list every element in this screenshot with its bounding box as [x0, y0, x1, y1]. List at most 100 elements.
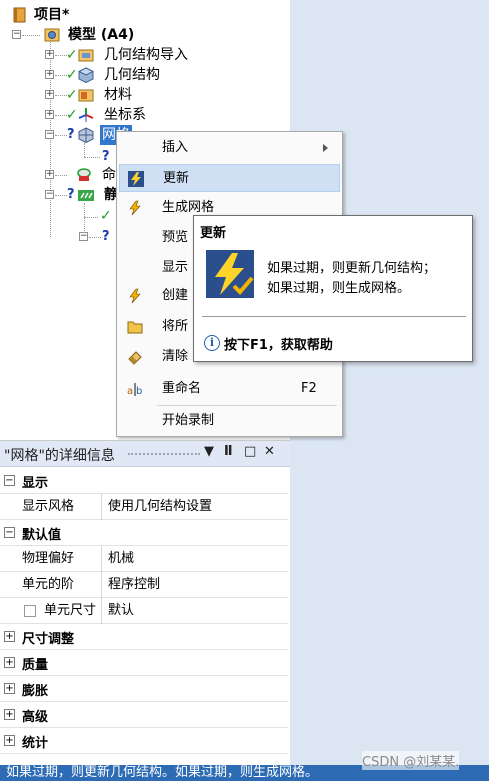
tree-model-row[interactable]: 模型 (A4)	[42, 25, 242, 45]
drag-grip[interactable]	[128, 453, 200, 455]
menu-item-label: 清除	[162, 349, 189, 364]
prop-name: 单元的阶	[18, 572, 102, 598]
svg-text:a: a	[127, 386, 133, 397]
solution-collapse-toggle[interactable]: −	[79, 232, 88, 241]
coordinate-systems-expand-toggle[interactable]: +	[45, 110, 54, 119]
expand-icon[interactable]: +	[4, 709, 15, 720]
update-lightning-large-icon	[206, 250, 254, 298]
category-display[interactable]: − 显示	[0, 468, 288, 494]
mesh-icon	[78, 127, 94, 143]
expand-icon[interactable]: +	[4, 657, 15, 668]
menu-item-label: 预览	[162, 230, 189, 245]
menu-item-label: 重命名	[162, 381, 202, 396]
category-sizing[interactable]: + 尺寸调整	[0, 624, 288, 650]
menu-item-label: 更新	[163, 171, 190, 186]
category-advanced[interactable]: + 高级	[0, 702, 288, 728]
category-label: 膨胀	[22, 684, 49, 699]
tree-item-geometry-import[interactable]: 几何结构导入	[78, 45, 258, 65]
menu-item-label: 插入	[162, 140, 189, 155]
tooltip-separator	[202, 316, 466, 317]
coordinate-system-icon	[78, 108, 94, 122]
collapse-icon[interactable]: −	[4, 475, 15, 486]
close-icon[interactable]: ✕	[264, 444, 275, 459]
svg-text:b: b	[136, 386, 142, 397]
maximize-icon[interactable]: □	[244, 444, 256, 459]
status-question-icon: ?	[102, 229, 110, 244]
collapse-icon[interactable]: −	[4, 527, 15, 538]
prop-name: 物理偏好	[18, 546, 102, 572]
category-label: 高级	[22, 710, 49, 725]
prop-value[interactable]: 默认	[104, 598, 134, 624]
prop-value[interactable]: 使用几何结构设置	[104, 494, 212, 520]
static-structural-collapse-toggle[interactable]: −	[45, 190, 54, 199]
tree-item-static-structural[interactable]: 静	[78, 185, 118, 205]
menu-item-label: 将所	[162, 319, 189, 334]
tree-item-materials[interactable]: 材料	[78, 85, 258, 105]
geometry-import-expand-toggle[interactable]: +	[45, 50, 54, 59]
prop-row-element-size[interactable]: 单元尺寸 默认	[0, 598, 288, 624]
menu-item-update[interactable]: 更新	[119, 164, 340, 192]
status-check-icon: ✓	[66, 67, 78, 83]
menu-item-start-recording[interactable]: 开始录制	[119, 407, 340, 435]
category-statistics[interactable]: + 统计	[0, 728, 288, 754]
geometry-expand-toggle[interactable]: +	[45, 70, 54, 79]
category-label: 尺寸调整	[22, 632, 75, 647]
prop-row-display-style[interactable]: 显示风格 使用几何结构设置	[0, 494, 288, 520]
details-title: "网格"的详细信息	[4, 448, 115, 464]
category-inflation[interactable]: + 膨胀	[0, 676, 288, 702]
tree-root-row[interactable]: 项目*	[8, 5, 208, 25]
menu-separator	[157, 405, 337, 406]
tree-item-named-selection[interactable]: 命	[76, 165, 116, 185]
rename-icon: a b	[127, 383, 142, 397]
mesh-collapse-toggle[interactable]: −	[45, 130, 54, 139]
tree-item-label: 坐标系	[104, 107, 146, 123]
category-label: 统计	[22, 736, 49, 751]
named-selection-expand-toggle[interactable]: +	[45, 170, 54, 179]
pin-icon[interactable]: Ⅱ	[224, 444, 233, 459]
details-panel: "网格"的详细信息 ▼ Ⅱ □ ✕ − 显示 显示风格 使用几何结构设置 − 默…	[0, 440, 290, 765]
tree-item-label: 材料	[104, 87, 132, 103]
eraser-icon	[128, 351, 142, 365]
expand-icon[interactable]: +	[4, 683, 15, 694]
tree-item-label: 命	[102, 167, 116, 183]
category-label: 默认值	[22, 528, 62, 543]
geometry-cube-icon	[78, 67, 94, 83]
tooltip-help-text: 按下F1，获取帮助	[224, 338, 333, 353]
status-check-icon: ✓	[66, 107, 78, 123]
tree-item-geometry[interactable]: 几何结构	[78, 65, 258, 85]
status-question-icon: ?	[102, 149, 110, 164]
geometry-import-icon	[78, 49, 94, 62]
named-selection-icon	[77, 168, 91, 181]
tree-item-coordinate-systems[interactable]: 坐标系	[78, 105, 258, 125]
menu-item-label: 显示	[162, 260, 189, 275]
prop-name: 显示风格	[18, 494, 102, 520]
prop-value[interactable]: 程序控制	[104, 572, 160, 598]
prop-row-element-order[interactable]: 单元的阶 程序控制	[0, 572, 288, 598]
prop-row-physics-preference[interactable]: 物理偏好 机械	[0, 546, 288, 572]
project-book-icon	[13, 7, 26, 23]
category-quality[interactable]: + 质量	[0, 650, 288, 676]
category-defaults[interactable]: − 默认值	[0, 520, 288, 546]
dropdown-arrow-icon[interactable]: ▼	[204, 444, 214, 459]
tooltip-line-2: 如果过期，则生成网格。	[267, 281, 411, 296]
status-question-icon: ?	[67, 127, 75, 142]
menu-item-rename[interactable]: a b 重命名 F2	[119, 375, 340, 403]
details-header: "网格"的详细信息 ▼ Ⅱ □ ✕	[0, 441, 290, 467]
model-collapse-toggle[interactable]: −	[12, 30, 21, 39]
expand-icon[interactable]: +	[4, 735, 15, 746]
menu-item-label: 创建	[162, 288, 189, 303]
status-check-icon: ✓	[100, 208, 112, 224]
model-icon	[44, 28, 60, 42]
menu-item-insert[interactable]: 插入	[119, 134, 340, 162]
tooltip-title: 更新	[200, 226, 227, 241]
prop-value[interactable]: 机械	[104, 546, 134, 572]
create-lightning-icon	[129, 288, 141, 304]
generate-mesh-lightning-icon	[129, 200, 141, 216]
submenu-arrow-icon	[323, 144, 328, 152]
folder-icon	[127, 321, 143, 334]
tree-model-label: 模型 (A4)	[68, 27, 135, 43]
menu-item-shortcut: F2	[301, 381, 317, 396]
materials-expand-toggle[interactable]: +	[45, 90, 54, 99]
status-question-icon: ?	[67, 187, 75, 202]
expand-icon[interactable]: +	[4, 631, 15, 642]
